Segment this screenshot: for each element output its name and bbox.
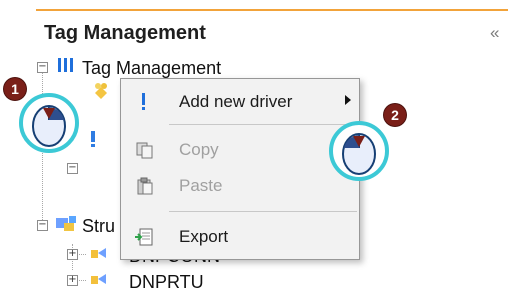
submenu-arrow-icon — [345, 95, 351, 105]
copy-icon — [136, 142, 153, 159]
right-click-mouse-indicator — [18, 92, 80, 154]
page-title: Tag Management — [44, 22, 206, 44]
export-icon — [135, 228, 153, 246]
collapse-root-toggle[interactable]: − — [37, 62, 48, 73]
collapse-structure-toggle[interactable]: − — [37, 220, 48, 231]
tree-item-tag-management[interactable]: Tag Management — [82, 58, 221, 79]
paste-icon — [137, 177, 153, 195]
expand-dnpconn-toggle[interactable]: + — [67, 249, 78, 260]
menu-label-export: Export — [179, 227, 229, 246]
menu-item-add-new-driver[interactable]: Add new driver — [121, 85, 359, 119]
rtu-icon — [91, 274, 106, 284]
driver-icon — [95, 83, 107, 99]
tree-item-dnprtu[interactable]: DNPRTU — [129, 272, 204, 293]
step-badge-1: 1 — [4, 78, 26, 100]
menu-label-copy: Copy — [179, 140, 219, 159]
menu-item-paste[interactable]: Paste — [121, 169, 359, 203]
menu-item-export[interactable]: Export — [121, 220, 359, 254]
step-badge-2: 2 — [384, 104, 406, 126]
double-chevron-left-icon: « — [490, 23, 500, 42]
panel-header: Tag Management « — [44, 19, 508, 53]
context-menu: Add new driver Copy Paste Export — [120, 78, 360, 260]
mouse-right-click-icon — [19, 93, 79, 153]
menu-label-paste: Paste — [179, 176, 223, 195]
tag-management-icon — [58, 58, 73, 72]
tag-management-screen: Tag Management « − Tag Management − − St… — [0, 0, 508, 302]
menu-item-copy[interactable]: Copy — [121, 133, 359, 167]
expand-dnprtu-toggle[interactable]: + — [67, 275, 78, 286]
mouse-left-click-icon — [329, 121, 389, 181]
tree-item-structure[interactable]: Stru — [82, 216, 115, 237]
menu-separator — [169, 211, 357, 212]
structure-icon — [56, 216, 76, 231]
left-click-mouse-indicator — [328, 120, 390, 182]
collapse-child-toggle[interactable]: − — [67, 163, 78, 174]
add-driver-icon — [142, 93, 145, 110]
connection-icon — [91, 248, 106, 258]
top-accent-line — [36, 9, 508, 11]
channel-icon — [91, 131, 95, 147]
menu-label-add-new-driver: Add new driver — [179, 92, 293, 111]
collapse-panel-button[interactable]: « — [490, 23, 508, 43]
